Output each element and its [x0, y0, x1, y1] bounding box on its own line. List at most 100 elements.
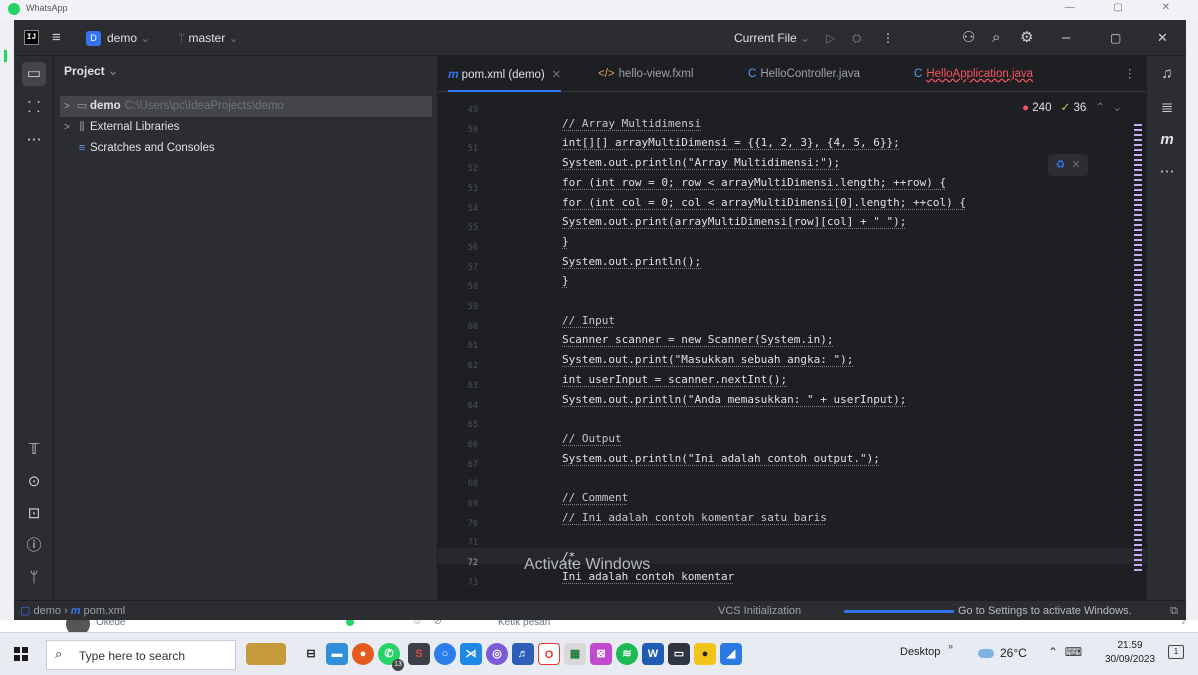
database-tool-button[interactable]: ≣: [1155, 96, 1179, 120]
firefox-icon[interactable]: ●: [352, 643, 374, 665]
maven-panel-button[interactable]: m: [1155, 128, 1179, 152]
calendar-app-icon[interactable]: ▦: [564, 643, 586, 665]
word-icon[interactable]: W: [642, 643, 664, 665]
error-stripe-marker: [1134, 564, 1142, 566]
project-panel-header[interactable]: Project ⌄: [64, 64, 118, 78]
tree-item-scratches[interactable]: ≡ Scratches and Consoles: [60, 138, 432, 159]
debug-button[interactable]: ⛭: [852, 20, 862, 56]
error-stripe-marker: [1134, 434, 1142, 436]
chevron-down-icon[interactable]: ⌄: [1112, 102, 1122, 114]
tab-options-button[interactable]: ⋮: [1124, 56, 1136, 92]
chevron-right-icon[interactable]: »: [948, 641, 953, 651]
system-tray[interactable]: ⌃ ⌨: [1048, 645, 1082, 659]
structure-tool-button[interactable]: ⸬: [22, 96, 46, 120]
file-explorer-icon[interactable]: ▬: [326, 643, 348, 665]
tab-pom-xml[interactable]: m pom.xml (demo) ✕: [448, 56, 561, 92]
settings-button[interactable]: ⚙: [1020, 20, 1033, 56]
app-icon-dark[interactable]: ▭: [668, 643, 690, 665]
code-line[interactable]: System.out.println();: [562, 255, 701, 268]
taskbar-search[interactable]: ⌕ Type here to search: [46, 640, 236, 670]
code-line[interactable]: }: [562, 274, 569, 287]
code-line[interactable]: int userInput = scanner.nextInt();: [562, 373, 787, 386]
whatsapp-window-controls[interactable]: — ▢ ✕: [1065, 2, 1188, 13]
app-icon-yellow[interactable]: ●: [694, 643, 716, 665]
more-actions-button[interactable]: ⋮: [882, 20, 894, 56]
taskbar-clock[interactable]: 21.59 30/09/2023: [1104, 639, 1156, 667]
task-view-icon[interactable]: ⊟: [300, 643, 322, 665]
more-tools-button[interactable]: ⋯: [22, 128, 46, 152]
sublime-icon[interactable]: S: [408, 643, 430, 665]
vscode-icon[interactable]: ⋊: [460, 643, 482, 665]
app-icon-purple[interactable]: ⊠: [590, 643, 612, 665]
app-icon-blue[interactable]: ♬: [512, 643, 534, 665]
project-tool-button[interactable]: ▭: [22, 62, 46, 86]
notification-center-icon[interactable]: 1: [1168, 645, 1184, 659]
news-widget-icon[interactable]: [246, 643, 286, 665]
code-with-me-button[interactable]: ⚇: [962, 20, 975, 56]
problems-tool-button[interactable]: ⓘ: [22, 534, 46, 558]
error-stripe-marker: [1134, 224, 1142, 226]
run-tool-button[interactable]: ⊙: [22, 470, 46, 494]
terminal-tool-button[interactable]: ⊡: [22, 502, 46, 526]
code-line[interactable]: System.out.print("Masukkan sebuah angka:…: [562, 353, 853, 366]
line-number-gutter: 49 50 51 52 53 54 55 56 57 58 59 60 61 62 63 64 65 66 67 68…: [438, 92, 488, 600]
inspection-widget[interactable]: ● 240 ✓ 36 ⌃ ⌄: [1022, 100, 1122, 114]
error-stripe[interactable]: [1134, 124, 1142, 574]
chevron-up-icon[interactable]: ⌃: [1096, 102, 1106, 114]
code-line[interactable]: // Comment: [562, 491, 628, 504]
windows-start-icon[interactable]: [14, 647, 28, 661]
tree-item-demo[interactable]: > ▭ demo C:\Users\pc\IdeaProjects\demo: [60, 96, 432, 117]
close-button[interactable]: ✕: [1157, 20, 1168, 56]
code-line[interactable]: // Output: [562, 432, 622, 445]
line-number: 65: [467, 420, 478, 431]
maven-reload-popup[interactable]: ♻ ✕: [1048, 154, 1088, 176]
code-line[interactable]: System.out.println("Ini adalah contoh ou…: [562, 452, 880, 465]
git-tool-button[interactable]: ᛘ: [22, 566, 46, 590]
run-config-selector[interactable]: Current File ⌄: [734, 20, 810, 56]
notifications-tool-button[interactable]: ♫: [1155, 62, 1179, 86]
microphone-icon[interactable]: ♪: [1181, 620, 1186, 627]
tab-hello-controller[interactable]: C HelloController.java: [748, 56, 860, 92]
code-line[interactable]: // Input: [562, 314, 615, 327]
code-line[interactable]: Scanner scanner = new Scanner(System.in)…: [562, 333, 834, 346]
share-icon[interactable]: ⧉: [1170, 601, 1178, 620]
maximize-button[interactable]: ▢: [1110, 20, 1121, 56]
search-everywhere-button[interactable]: ⌕: [992, 20, 1000, 56]
close-icon[interactable]: ✕: [1071, 159, 1080, 171]
code-line[interactable]: // Ini adalah contoh komentar satu baris: [562, 511, 827, 524]
vcs-branch-widget[interactable]: ᛘ master ⌄: [178, 20, 239, 56]
code-line[interactable]: System.out.print(arrayMultiDimensi[row][…: [562, 215, 906, 228]
error-stripe-marker: [1134, 259, 1142, 261]
code-line[interactable]: System.out.println("Array Multidimensi:"…: [562, 156, 840, 169]
tab-hello-view-fxml[interactable]: </> hello-view.fxml: [598, 56, 693, 92]
code-line[interactable]: }: [562, 235, 569, 248]
app-circle-icon[interactable]: ○: [434, 643, 456, 665]
code-line[interactable]: // Array Multidimensi: [562, 117, 701, 130]
maven-tool-button[interactable]: 𝕋: [22, 438, 46, 462]
code-line[interactable]: for (int col = 0; col < arrayMultiDimens…: [562, 196, 966, 209]
project-widget[interactable]: Ddemo ⌄: [86, 20, 150, 56]
tree-item-external-libraries[interactable]: > ⫼ External Libraries: [60, 117, 432, 138]
emoji-icon[interactable]: ☺ ⊘: [412, 620, 442, 627]
desktop-toolbar-label[interactable]: Desktop: [900, 646, 940, 658]
spotify-icon[interactable]: ≋: [616, 643, 638, 665]
minimize-button[interactable]: –: [1062, 20, 1070, 56]
tab-hello-application[interactable]: C HelloApplication.java: [914, 56, 1033, 92]
cloud-icon: [978, 649, 994, 659]
error-stripe-marker: [1134, 229, 1142, 231]
navigation-breadcrumb[interactable]: ▢ demo › m pom.xml: [20, 601, 125, 620]
run-button[interactable]: ▷: [826, 20, 835, 56]
background-task-label[interactable]: VCS Initialization: [718, 601, 801, 620]
opera-icon[interactable]: O: [538, 643, 560, 665]
main-menu-button[interactable]: ≡: [52, 20, 61, 56]
more-tools-button[interactable]: ⋯: [1155, 160, 1179, 184]
close-icon[interactable]: ✕: [552, 69, 561, 81]
code-line[interactable]: int[][] arrayMultiDimensi = {{1, 2, 3}, …: [562, 136, 900, 149]
weather-widget[interactable]: 26°C: [978, 646, 1027, 660]
code-line[interactable]: System.out.println("Anda memasukkan: " +…: [562, 393, 906, 406]
photos-icon[interactable]: ◢: [720, 643, 742, 665]
contact-avatar[interactable]: [66, 620, 90, 632]
code-line[interactable]: for (int row = 0; row < arrayMultiDimens…: [562, 176, 946, 189]
game-icon[interactable]: ◎: [486, 643, 508, 665]
message-input[interactable]: Ketik pesan: [498, 620, 550, 628]
